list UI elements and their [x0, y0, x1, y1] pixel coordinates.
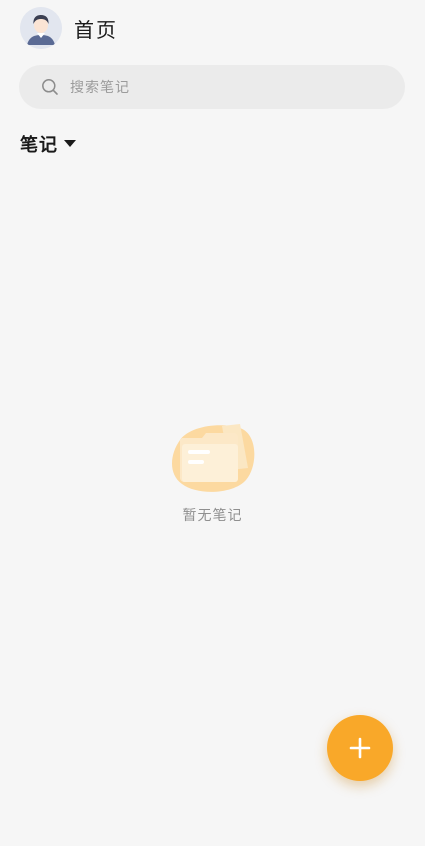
search-icon [41, 78, 59, 96]
notes-filter-label: 笔记 [20, 135, 58, 156]
add-note-button[interactable] [327, 715, 393, 781]
user-avatar-icon[interactable] [20, 7, 62, 49]
page-title: 首页 [74, 17, 118, 42]
search-input[interactable]: 搜索笔记 [19, 65, 405, 109]
home-screen: 首页 搜索笔记 笔记 暂无笔记 [0, 0, 425, 846]
plus-icon [349, 737, 371, 759]
empty-state-text: 暂无笔记 [182, 508, 243, 524]
empty-folder-icon [168, 418, 258, 498]
notes-filter-dropdown[interactable]: 笔记 [20, 131, 76, 157]
header: 首页 [20, 6, 118, 50]
search-placeholder: 搜索笔记 [70, 80, 130, 96]
caret-down-icon [64, 140, 76, 148]
